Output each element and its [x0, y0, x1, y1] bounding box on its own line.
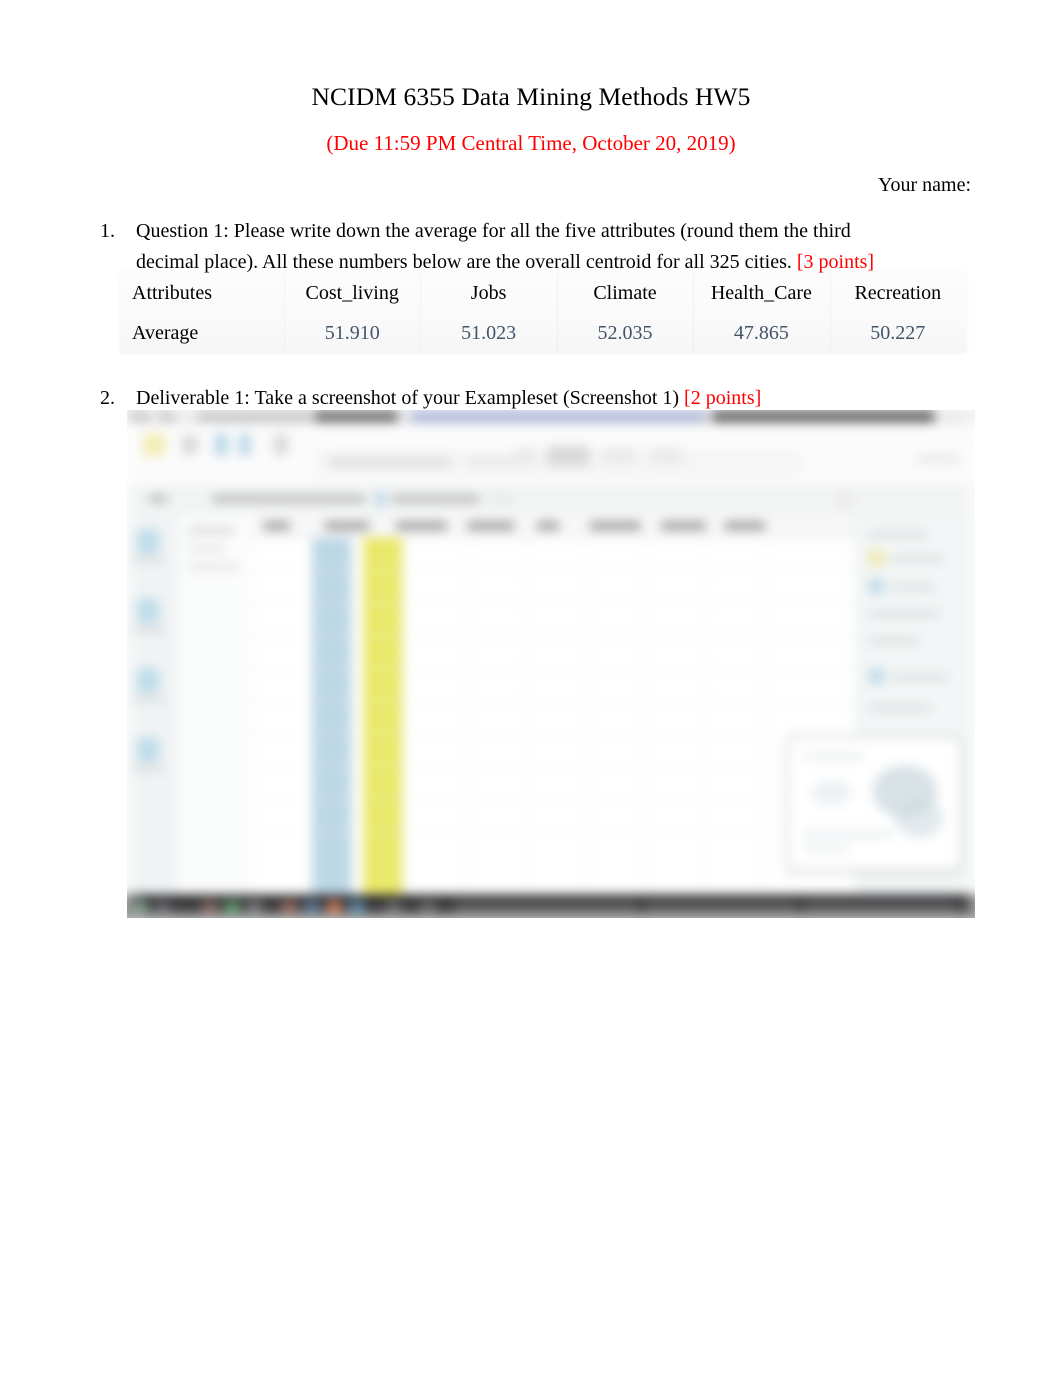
- question-2-points: [2 points]: [684, 387, 762, 409]
- screenshot-preview-thumbnail: [786, 736, 963, 872]
- table-header-cost-living: Cost_living: [284, 273, 421, 313]
- table-cell-average-climate: 52.035: [556, 313, 694, 353]
- question-2-text: Deliverable 1: Take a screenshot of your…: [136, 387, 680, 409]
- question-1-line-1: Question 1: Please write down the averag…: [136, 220, 851, 242]
- page-title: NCIDM 6355 Data Mining Methods HW5: [311, 82, 751, 111]
- list-number-1: 1.: [100, 220, 115, 242]
- table-header-jobs: Jobs: [420, 273, 557, 313]
- embedded-screenshot-image: [127, 410, 975, 918]
- screenshot-taskbar: [127, 894, 975, 918]
- table-row-header: Attributes Cost_living Jobs Climate Heal…: [120, 273, 966, 313]
- table-cell-average-recreation: 50.227: [829, 313, 966, 353]
- table-header-attributes: Attributes: [132, 281, 212, 304]
- table-cell-average-health-care: 47.865: [693, 313, 830, 353]
- table-header-health-care: Health_Care: [693, 273, 830, 313]
- centroid-table: Attributes Cost_living Jobs Climate Heal…: [120, 273, 966, 353]
- screenshot-grid-header: [253, 515, 855, 539]
- question-1-body: Question 1: Please write down the averag…: [136, 216, 975, 278]
- screenshot-left-rail: [127, 515, 179, 895]
- due-date-note: (Due 11:59 PM Central Time, October 20, …: [326, 131, 736, 155]
- question-1-points: [3 points]: [796, 251, 875, 273]
- document-page: NCIDM 6355 Data Mining Methods HW5 (Due …: [0, 0, 1062, 1377]
- screenshot-toolbar: [127, 423, 975, 486]
- screenshot-side-panel: [177, 515, 255, 895]
- embedded-screenshot-content: [127, 410, 975, 918]
- table-cell-average-jobs: 51.023: [420, 313, 557, 353]
- table-row-average: Average 51.910 51.023 52.035 47.865 50.2…: [120, 313, 966, 353]
- screenshot-title-bar: [127, 410, 975, 424]
- screenshot-data-grid: [253, 515, 855, 895]
- table-row-label-average: Average: [132, 321, 199, 344]
- screenshot-sub-toolbar: [127, 484, 975, 517]
- table-cell-average-cost-living: 51.910: [284, 313, 421, 353]
- your-name-label: Your name:: [878, 174, 971, 196]
- question-1-line-2: decimal place). All these numbers below …: [136, 251, 792, 273]
- table-header-recreation: Recreation: [829, 273, 966, 313]
- table-header-climate: Climate: [556, 273, 694, 313]
